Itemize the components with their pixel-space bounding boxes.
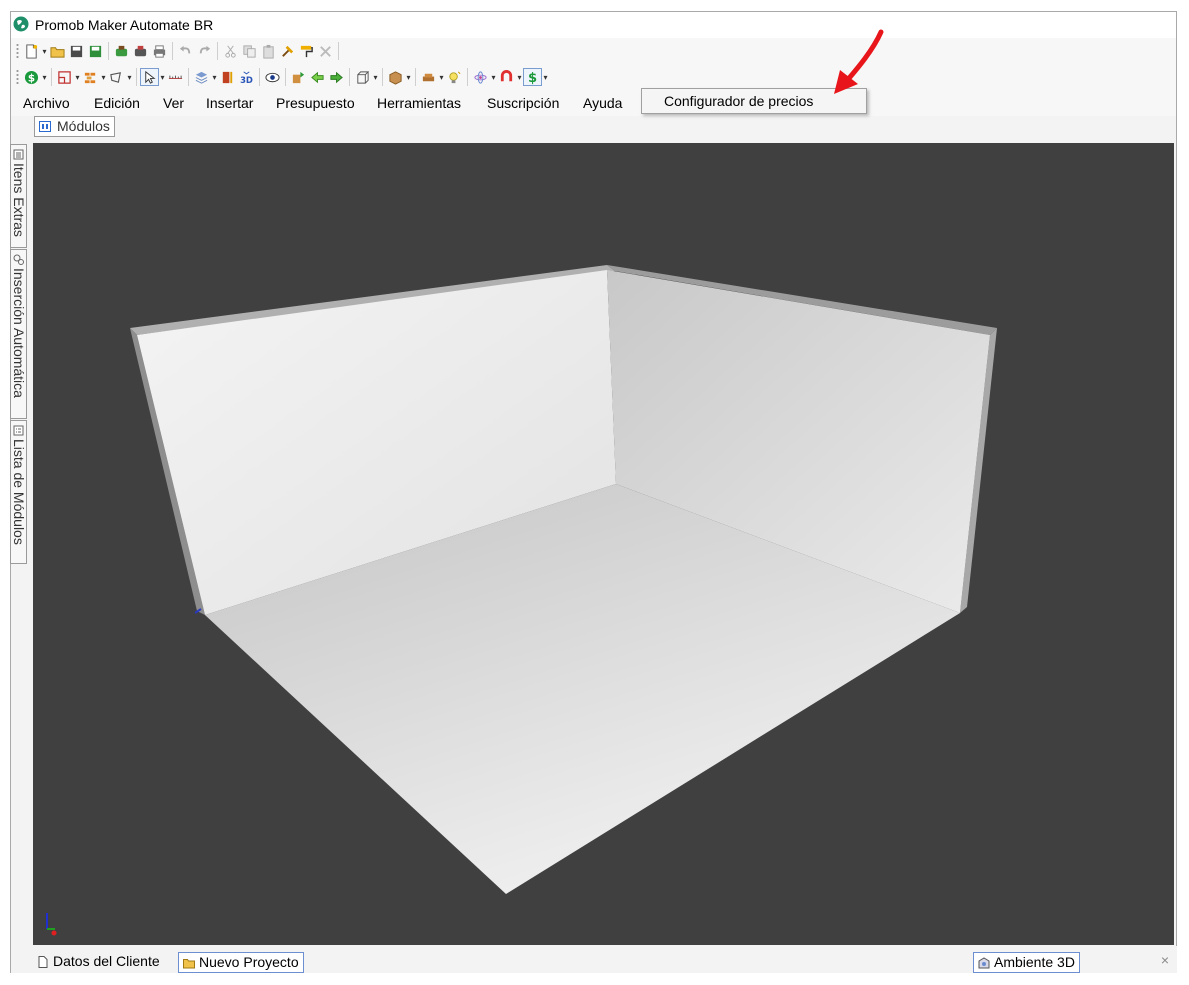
save-as-icon[interactable] — [86, 42, 105, 60]
cut-icon[interactable] — [221, 42, 240, 60]
side-tab-lista-modulos[interactable]: Lista de Módulos — [10, 420, 27, 564]
tab-datos-cliente[interactable]: Datos del Cliente — [33, 952, 164, 973]
tab-modulos-label: Módulos — [57, 118, 110, 134]
menu-ver[interactable]: Ver — [163, 95, 184, 111]
3d-viewport[interactable] — [33, 143, 1174, 945]
price-dropdown-icon[interactable]: ▾ — [41, 73, 48, 82]
copy-icon[interactable] — [240, 42, 259, 60]
select-cursor-icon[interactable] — [140, 68, 159, 86]
svg-text:$: $ — [28, 72, 35, 84]
delete-icon[interactable] — [316, 42, 335, 60]
close-tab-icon[interactable]: × — [1161, 952, 1169, 968]
side-tab-insercion-automatica-label: Inserción Automática — [11, 268, 27, 398]
undo-icon[interactable] — [176, 42, 195, 60]
menu-bar: Archivo Edición Ver Insertar Presupuesto… — [11, 90, 1176, 116]
box-view-dropdown-icon[interactable]: ▾ — [372, 73, 379, 82]
tab-nuevo-proyecto[interactable]: Nuevo Proyecto — [178, 952, 304, 973]
hammer-icon[interactable] — [278, 42, 297, 60]
layers-icon[interactable] — [192, 68, 211, 86]
magnet-dropdown-icon[interactable]: ▾ — [516, 73, 523, 82]
package-icon[interactable] — [386, 68, 405, 86]
paint-roller-icon[interactable] — [297, 42, 316, 60]
annotation-arrow-icon — [834, 29, 884, 94]
print-preview-icon[interactable] — [131, 42, 150, 60]
svg-text:$: $ — [528, 71, 537, 85]
print-icon[interactable] — [150, 42, 169, 60]
side-tab-itens-extras[interactable]: Itens Extras — [10, 144, 27, 248]
magnet-icon[interactable] — [497, 68, 516, 86]
tools-toolbar: $ ▾ ▾ ▾ ▾ ▾ ▾ 3D ▾ ▾ ▾ ▾ ▾ $ ▾ — [11, 64, 1176, 90]
box-view-icon[interactable] — [353, 68, 372, 86]
toolbar-grip-2[interactable] — [16, 69, 19, 85]
tab-ambiente-3d-label: Ambiente 3D — [994, 954, 1075, 970]
menu-herramientas[interactable]: Herramientas — [377, 95, 461, 111]
view-3d-icon[interactable]: 3D — [237, 68, 256, 86]
menu-item-configurador-precios[interactable]: Configurador de precios — [664, 93, 813, 109]
axis-gizmo-icon — [46, 913, 57, 936]
floor-plan-icon[interactable] — [55, 68, 74, 86]
bottom-tab-bar: Datos del Cliente Nuevo Proyecto Ambient… — [11, 946, 1177, 973]
room-3d-scene — [46, 265, 997, 936]
shape-tool-icon[interactable] — [107, 68, 126, 86]
layers-dropdown-icon[interactable]: ▾ — [211, 73, 218, 82]
menu-presupuesto[interactable]: Presupuesto — [276, 95, 355, 111]
wall-bricks-icon[interactable] — [81, 68, 100, 86]
window-title: Promob Maker Automate BR — [35, 17, 214, 33]
sofa-dropdown-icon[interactable]: ▾ — [438, 73, 445, 82]
price-config-dropdown-icon[interactable]: ▾ — [542, 73, 549, 82]
price-dollar-icon[interactable]: $ — [22, 68, 41, 86]
redo-icon[interactable] — [195, 42, 214, 60]
menu-archivo[interactable]: Archivo — [23, 95, 70, 111]
side-tab-itens-extras-label: Itens Extras — [11, 163, 27, 237]
price-config-dollar-icon[interactable]: $ — [523, 68, 542, 86]
paste-icon[interactable] — [259, 42, 278, 60]
atom-dropdown-icon[interactable]: ▾ — [490, 73, 497, 82]
tab-nuevo-proyecto-label: Nuevo Proyecto — [199, 954, 299, 970]
view-3d-label: 3D — [240, 75, 253, 85]
new-file-dropdown-icon[interactable]: ▾ — [41, 47, 48, 56]
sofa-icon[interactable] — [419, 68, 438, 86]
toolbar-grip[interactable] — [16, 43, 19, 59]
standard-toolbar: ▾ — [11, 38, 1176, 64]
insercion-automatica-icon — [13, 254, 24, 265]
render-icon[interactable] — [112, 42, 131, 60]
side-tab-lista-modulos-label: Lista de Módulos — [11, 439, 27, 545]
package-dropdown-icon[interactable]: ▾ — [405, 73, 412, 82]
door-icon[interactable] — [218, 68, 237, 86]
title-bar: Promob Maker Automate BR — [11, 12, 1176, 38]
menu-suscripcion[interactable]: Suscripción — [487, 95, 559, 111]
arrow-left-icon[interactable] — [308, 68, 327, 86]
arrow-right-icon[interactable] — [327, 68, 346, 86]
app-logo-icon — [13, 16, 29, 32]
document-icon — [38, 956, 48, 968]
tab-datos-cliente-label: Datos del Cliente — [53, 953, 160, 969]
itens-extras-icon — [13, 149, 24, 160]
side-tab-insercion-automatica[interactable]: Inserción Automática — [10, 249, 27, 419]
insert-module-icon[interactable] — [289, 68, 308, 86]
save-icon[interactable] — [67, 42, 86, 60]
new-file-icon[interactable] — [22, 42, 41, 60]
open-folder-icon[interactable] — [48, 42, 67, 60]
ambient-3d-icon — [978, 957, 990, 969]
menu-insertar[interactable]: Insertar — [206, 95, 253, 111]
dimension-ruler-icon[interactable] — [166, 68, 185, 86]
lista-modulos-icon — [13, 425, 24, 436]
menu-edicion[interactable]: Edición — [94, 95, 140, 111]
folder-icon — [183, 959, 195, 969]
tab-ambiente-3d[interactable]: Ambiente 3D — [973, 952, 1080, 973]
shape-dropdown-icon[interactable]: ▾ — [126, 73, 133, 82]
atom-icon[interactable] — [471, 68, 490, 86]
floor-plan-dropdown-icon[interactable]: ▾ — [74, 73, 81, 82]
select-dropdown-icon[interactable]: ▾ — [159, 73, 166, 82]
side-panel-tabs: Itens Extras Inserción Automática Lista … — [10, 144, 28, 564]
eye-view-icon[interactable] — [263, 68, 282, 86]
tab-modulos[interactable]: Módulos — [34, 116, 115, 137]
menu-ayuda[interactable]: Ayuda — [583, 95, 622, 111]
lightbulb-icon[interactable] — [445, 68, 464, 86]
wall-dropdown-icon[interactable]: ▾ — [100, 73, 107, 82]
modules-tab-icon — [39, 121, 51, 132]
